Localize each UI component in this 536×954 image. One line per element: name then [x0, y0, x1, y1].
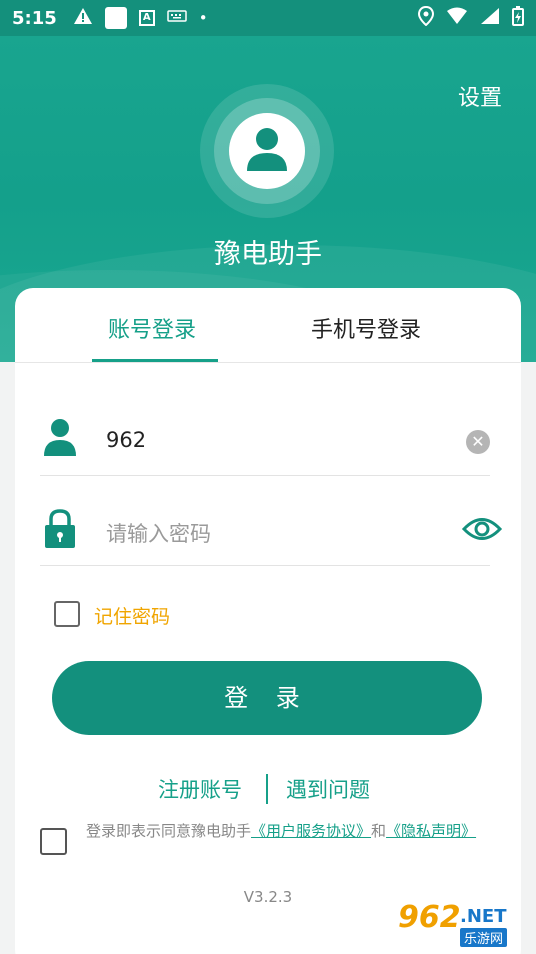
watermark-logo: 962 .NET 乐游网 [398, 900, 528, 950]
password-input[interactable]: 请输入密码 [106, 518, 211, 548]
remember-password-label[interactable]: 记住密码 [94, 602, 170, 629]
password-field[interactable]: 请输入密码 [40, 496, 503, 566]
battery-icon [512, 6, 524, 30]
avatar-halo [200, 84, 334, 218]
status-bar: 5:15 A • [0, 0, 536, 36]
agreement-and: 和 [371, 822, 387, 840]
watermark-number: 962 [398, 900, 461, 935]
username-field[interactable]: 962 ✕ [40, 406, 490, 476]
username-input[interactable]: 962 [106, 428, 146, 452]
link-divider [266, 774, 268, 804]
text-a-icon: A [138, 10, 155, 26]
eye-icon[interactable] [461, 514, 503, 548]
app-title: 豫电助手 [214, 239, 322, 270]
remember-password-checkbox[interactable] [54, 601, 80, 627]
wifi-icon [446, 7, 468, 29]
register-link[interactable]: 注册账号 [158, 774, 242, 804]
keyboard-icon [167, 9, 187, 27]
agreement-checkbox[interactable] [40, 828, 67, 855]
location-icon [417, 5, 435, 30]
user-icon [42, 418, 78, 462]
clear-icon[interactable]: ✕ [466, 430, 490, 454]
login-button[interactable]: 登 录 [52, 661, 482, 735]
watermark-site: 乐游网 [460, 928, 508, 947]
watermark-net: .NET [460, 906, 507, 927]
status-time: 5:15 [12, 7, 57, 29]
agreement-text: 登录即表示同意豫电助手《用户服务协议》和《隐私声明》 [86, 820, 496, 842]
user-agreement-link[interactable]: 《用户服务协议》 [251, 822, 371, 840]
settings-button[interactable]: 设置 [458, 80, 502, 112]
signal-icon [480, 7, 500, 29]
avatar [229, 113, 305, 189]
warning-icon [73, 7, 93, 29]
privacy-link[interactable]: 《隐私声明》 [386, 822, 476, 840]
lock-icon [42, 508, 78, 554]
user-icon [247, 128, 287, 171]
agreement-prefix: 登录即表示同意豫电助手 [86, 822, 252, 840]
notification-square-icon [104, 7, 127, 29]
problem-link[interactable]: 遇到问题 [286, 774, 370, 804]
tab-account-login[interactable]: 账号登录 [108, 312, 196, 344]
tab-phone-login[interactable]: 手机号登录 [311, 312, 421, 344]
tab-active-indicator [92, 359, 218, 362]
dot-icon: • [198, 9, 208, 27]
login-tabs: 账号登录 手机号登录 [15, 288, 521, 363]
login-card: 账号登录 手机号登录 962 ✕ 请输入密码 记住密码 登 录 注册账号 遇到问… [15, 288, 521, 954]
